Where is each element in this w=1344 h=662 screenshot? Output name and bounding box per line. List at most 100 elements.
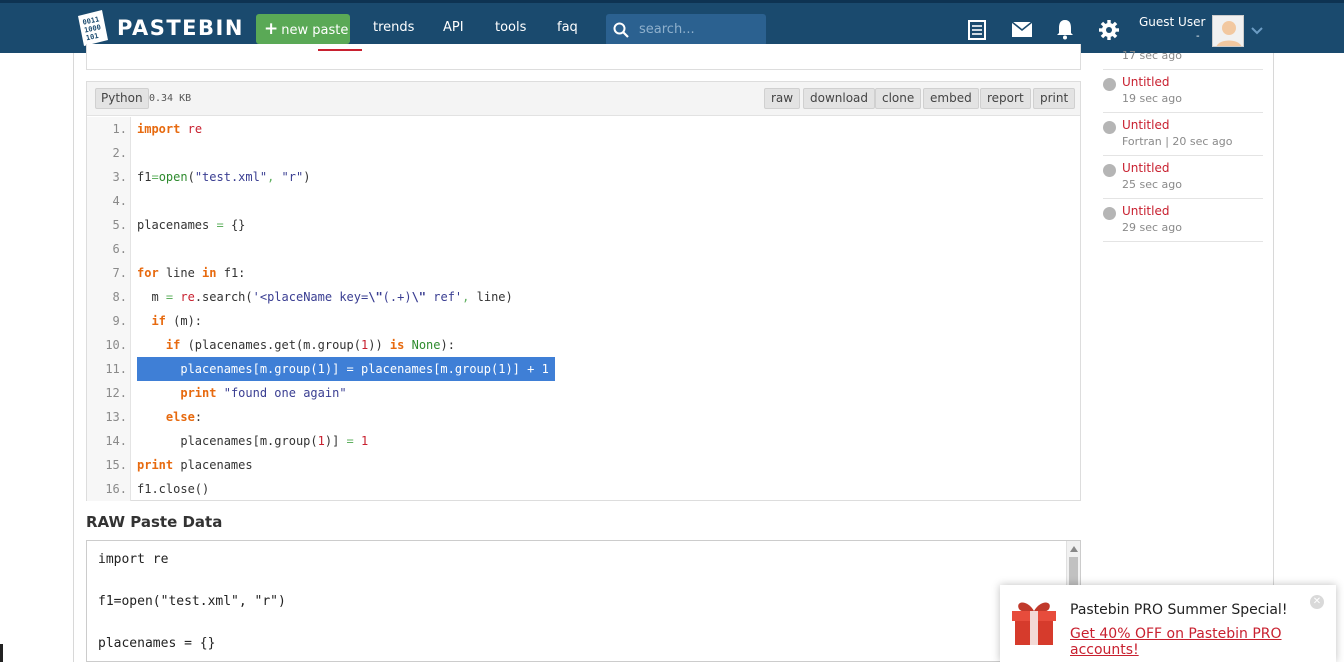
scroll-thumb[interactable] [1069, 557, 1078, 587]
language-badge[interactable]: Python [95, 88, 149, 109]
globe-icon [1103, 121, 1116, 134]
line-number: 2. [112, 146, 127, 160]
nav-link-tools[interactable]: tools [495, 20, 526, 35]
recent-paste-title[interactable]: Untitled [1122, 75, 1169, 89]
code-line: 15. print placenames [87, 453, 1080, 477]
my-pastes-icon[interactable] [968, 20, 986, 40]
clone-button[interactable]: clone [875, 88, 922, 109]
recent-paste-item[interactable]: Untitled 25 sec ago [1103, 156, 1263, 199]
code-line: 7. for line in f1: [87, 261, 1080, 285]
line-number: 15. [105, 458, 127, 472]
code-line: 1. import re [87, 117, 1080, 141]
globe-icon [1103, 78, 1116, 91]
line-number: 16. [105, 482, 127, 496]
code-text[interactable]: f1.close() [137, 477, 209, 501]
code-line: 16. f1.close() [87, 477, 1080, 501]
recent-paste-title[interactable]: Untitled [1122, 204, 1169, 218]
code-text-selected[interactable]: placenames[m.group(1)] = placenames[m.gr… [137, 357, 555, 381]
nav-link-faq[interactable]: faq [557, 20, 578, 35]
code-text[interactable]: placenames[m.group(1)] = 1 [137, 429, 368, 453]
recent-paste-title[interactable]: Untitled [1122, 118, 1169, 132]
logo-text[interactable]: PASTEBIN [117, 16, 244, 40]
recent-paste-item[interactable]: Untitled 29 sec ago [1103, 199, 1263, 242]
globe-icon [1103, 207, 1116, 220]
plus-icon: + [264, 19, 279, 39]
user-name[interactable]: Guest User [1139, 15, 1205, 29]
raw-line: placenames = {} [98, 636, 216, 651]
code-text[interactable]: for line in f1: [137, 261, 245, 285]
new-paste-button[interactable]: + new paste [256, 14, 350, 44]
code-text[interactable]: placenames = {} [137, 213, 245, 237]
promo-popup: Pastebin PRO Summer Special! Get 40% OFF… [1000, 585, 1336, 662]
chevron-down-icon[interactable] [1251, 27, 1263, 35]
promo-link[interactable]: Get 40% OFF on Pastebin PRO accounts! [1070, 626, 1336, 658]
code-text[interactable]: print "found one again" [137, 381, 346, 405]
code-text[interactable]: else: [137, 405, 202, 429]
scroll-up-arrow-icon[interactable] [1070, 546, 1078, 552]
nav-link-api[interactable]: API [443, 20, 464, 35]
avatar[interactable] [1212, 15, 1244, 47]
globe-icon [1103, 164, 1116, 177]
code-line: 14. placenames[m.group(1)] = 1 [87, 429, 1080, 453]
code-line: 5. placenames = {} [87, 213, 1080, 237]
recent-paste-item[interactable]: Untitled 19 sec ago [1103, 70, 1263, 113]
line-number: 3. [112, 170, 127, 184]
line-number: 4. [112, 194, 127, 208]
code-line: 11. placenames[m.group(1)] = placenames[… [87, 357, 1080, 381]
nav-link-trends[interactable]: trends [373, 20, 414, 35]
code-line: 4. [87, 189, 1080, 213]
code-text[interactable]: f1=open("test.xml", "r") [137, 165, 310, 189]
recent-paste-title[interactable]: Untitled [1122, 161, 1169, 175]
recent-paste-meta: 29 sec ago [1122, 221, 1182, 234]
line-number: 8. [112, 290, 127, 304]
raw-line: import re [98, 552, 169, 567]
new-paste-label: new paste [281, 23, 349, 38]
code-text[interactable]: if (m): [137, 309, 202, 333]
code-text[interactable] [137, 237, 144, 261]
recent-paste-meta: Fortran | 20 sec ago [1122, 135, 1233, 148]
download-button[interactable]: download [803, 88, 876, 109]
embed-button[interactable]: embed [923, 88, 979, 109]
mail-icon[interactable] [1012, 22, 1032, 37]
search-input[interactable]: search... [606, 14, 766, 46]
line-number: 1. [112, 122, 127, 136]
code-text[interactable] [137, 189, 144, 213]
code-text[interactable]: print placenames [137, 453, 253, 477]
close-icon[interactable]: ✕ [1310, 595, 1324, 609]
settings-gear-icon[interactable] [1099, 20, 1119, 40]
user-silhouette-icon [1216, 21, 1242, 46]
page-frame-left [73, 53, 74, 662]
recent-paste-item[interactable]: Untitled Fortran | 20 sec ago [1103, 113, 1263, 156]
recent-paste-meta: 25 sec ago [1122, 178, 1182, 191]
recent-paste-meta: 17 sec ago [1122, 49, 1182, 62]
code-line: 8. m = re.search('<placeName key=\"(.+)\… [87, 285, 1080, 309]
code-text[interactable]: if (placenames.get(m.group(1)) is None): [137, 333, 455, 357]
line-number: 6. [112, 242, 127, 256]
pastebin-logo-icon[interactable]: 0011 1000 101 [76, 10, 110, 46]
paste-code-panel: Python 0.34 KB raw download clone embed … [86, 81, 1081, 501]
promo-title: Pastebin PRO Summer Special! [1070, 602, 1288, 618]
paste-size: 0.34 KB [149, 93, 192, 104]
code-text[interactable] [137, 141, 144, 165]
page-frame-right [1273, 53, 1274, 662]
paste-toolbar: Python 0.34 KB raw download clone embed … [87, 82, 1080, 116]
search-placeholder: search... [639, 22, 695, 37]
raw-paste-heading: RAW Paste Data [86, 513, 223, 531]
line-number: 9. [112, 314, 127, 328]
raw-paste-textarea[interactable]: import re f1=open("test.xml", "r") place… [86, 540, 1081, 662]
code-text[interactable]: m = re.search('<placeName key=\"(.+)\" r… [137, 285, 512, 309]
code-lines: 1. import re 2. 3. f1=open("test.xml", "r"… [87, 117, 1080, 501]
user-sub: - [1196, 31, 1200, 42]
report-button[interactable]: report [980, 88, 1031, 109]
bell-icon[interactable] [1056, 19, 1074, 40]
notice-link-fragment [318, 49, 362, 51]
print-button[interactable]: print [1033, 88, 1076, 109]
line-number: 11. [105, 362, 127, 376]
raw-button[interactable]: raw [764, 88, 801, 109]
gift-box-icon [1012, 602, 1056, 645]
notice-box [86, 44, 1081, 70]
recent-paste-meta: 19 sec ago [1122, 92, 1182, 105]
line-number: 10. [105, 338, 127, 352]
code-text[interactable]: import re [137, 117, 202, 141]
window-edge [0, 644, 3, 662]
